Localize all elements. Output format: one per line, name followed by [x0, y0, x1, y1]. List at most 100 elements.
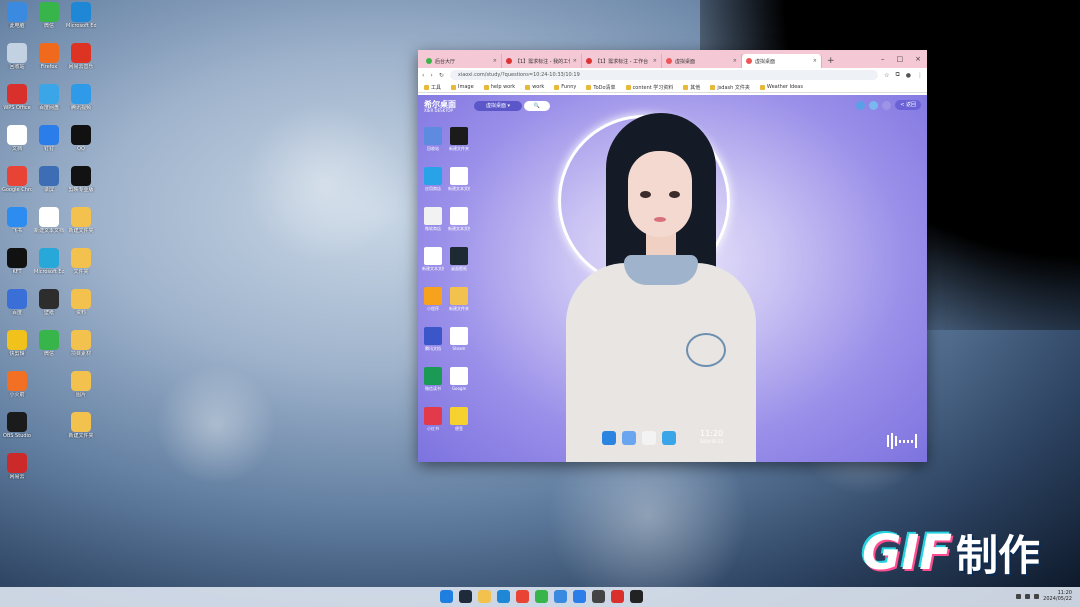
windows-icon[interactable]	[440, 590, 453, 603]
maximize-button[interactable]: □	[897, 55, 904, 63]
desktop-icon[interactable]: 新建文本文档	[34, 207, 64, 245]
web-desktop-icon[interactable]: 微软商店	[422, 207, 444, 241]
desktop-icon[interactable]: 回收站	[2, 43, 32, 81]
desktop-icon[interactable]: 壁纸	[34, 289, 64, 327]
web-desktop-icon[interactable]: 新建文本文档	[448, 207, 470, 241]
new-tab-button[interactable]: +	[822, 54, 840, 68]
desktop-icon[interactable]: 小火箭	[2, 371, 32, 409]
web-desktop-icon[interactable]: 新建文本文档	[422, 247, 444, 281]
store-icon[interactable]	[642, 431, 656, 445]
obs-icon[interactable]	[630, 590, 643, 603]
chrome-icon[interactable]	[516, 590, 529, 603]
desktop-icon[interactable]: 项目素材	[66, 330, 96, 368]
desktop-icon[interactable]: 文件夹	[66, 248, 96, 286]
settings-icon[interactable]	[856, 100, 866, 110]
desktop-icon[interactable]: 腾讯视频	[66, 84, 96, 122]
desktop-icon[interactable]: 微信	[34, 2, 64, 40]
wechat-icon[interactable]	[535, 590, 548, 603]
desktop-icon[interactable]: 录屏	[34, 166, 64, 204]
browser-tab[interactable]: 【1】需求标注 - 我的工作 ×	[502, 54, 582, 68]
desktop-icon[interactable]: 网易云	[2, 453, 32, 491]
desktop-icon[interactable]: 资料	[66, 289, 96, 327]
desktop-icon[interactable]: 此电脑	[2, 2, 32, 40]
minimize-button[interactable]: –	[881, 55, 885, 63]
web-desktop-icon[interactable]: Google	[448, 367, 470, 401]
url-input[interactable]: xiaoxi.com/study/?questions=10:24-10:33/…	[449, 70, 879, 80]
desktop-icon[interactable]: 飞书	[2, 207, 32, 245]
bookmark-item[interactable]: help work	[483, 84, 515, 90]
profile-icon[interactable]: ●	[906, 72, 911, 79]
web-desktop-icon[interactable]: 新建文本文档	[448, 167, 470, 201]
desktop-icon[interactable]: Firefox	[34, 43, 64, 81]
desktop-icon[interactable]: 新建文件夹	[66, 412, 96, 450]
browser-tab[interactable]: 后台大厅 ×	[422, 54, 502, 68]
desktop-icon[interactable]: KFT	[2, 248, 32, 286]
web-desktop-icon[interactable]: 新建文件夹	[448, 287, 470, 321]
desktop-icon[interactable]: Google Chrome	[2, 166, 32, 204]
web-desktop-icon[interactable]: 回收站	[422, 127, 444, 161]
desktop-icon[interactable]: OBS Studio	[2, 412, 32, 450]
tab-close-icon[interactable]: ×	[493, 58, 497, 64]
bookmark-item[interactable]: Funny	[554, 84, 576, 90]
vscode-icon[interactable]	[497, 590, 510, 603]
bookmark-item[interactable]: work	[525, 84, 544, 90]
desktop-icon[interactable]: Microsoft Edge	[34, 248, 64, 286]
bookmark-item[interactable]: Weather Ideas	[759, 84, 803, 90]
web-desktop-icon[interactable]: 小程序	[422, 287, 444, 321]
extensions-icon[interactable]: ⧉	[895, 71, 899, 79]
desktop-icon[interactable]: Microsoft Edge	[66, 2, 96, 40]
user-icon[interactable]	[869, 100, 879, 110]
bookmark-item[interactable]: content 学习资料	[625, 84, 673, 91]
web-desktop-icon[interactable]: 微信读书	[422, 367, 444, 401]
app2-icon[interactable]	[573, 590, 586, 603]
desktop-icon[interactable]: 微信	[34, 330, 64, 368]
bookmark-item[interactable]: 其他	[683, 84, 700, 91]
desktop-icon[interactable]: 剪映专业版	[66, 166, 96, 204]
desktop-switch-button[interactable]: 虚拟桌面 ▾	[474, 101, 522, 111]
terminal-icon[interactable]	[459, 590, 472, 603]
wifi-icon[interactable]	[1016, 593, 1022, 599]
browser-tab[interactable]: 【1】需求标注 - 工作台 ×	[582, 54, 662, 68]
windows-icon[interactable]	[602, 431, 616, 445]
files-icon[interactable]	[478, 590, 491, 603]
desktop-icon[interactable]: 快剪辑	[2, 330, 32, 368]
wps-icon[interactable]	[611, 590, 624, 603]
back-icon[interactable]: ‹	[422, 72, 424, 79]
web-desktop-icon[interactable]: 便签	[448, 407, 470, 441]
reload-icon[interactable]: ↻	[439, 72, 444, 79]
desktop-icon[interactable]: 文档	[2, 125, 32, 163]
bookmark-item[interactable]: Image	[451, 84, 474, 90]
app3-icon[interactable]	[592, 590, 605, 603]
desktop-icon[interactable]: 网易云音乐	[66, 43, 96, 81]
tab-close-icon[interactable]: ×	[813, 58, 817, 64]
web-desktop-icon[interactable]: Steam	[448, 327, 470, 361]
star-icon[interactable]: ☆	[884, 72, 889, 79]
app-icon[interactable]	[662, 431, 676, 445]
desktop-icon[interactable]: 钉钉	[34, 125, 64, 163]
close-button[interactable]: ×	[915, 55, 921, 63]
bookmark-item[interactable]: 工具	[424, 84, 441, 91]
web-desktop-icon[interactable]: 腾讯文档	[422, 327, 444, 361]
browser-tab[interactable]: 虚拟桌面 ×	[742, 54, 822, 68]
volume-icon[interactable]	[1025, 593, 1031, 599]
bookmark-item[interactable]: ToDo清单	[586, 84, 616, 91]
desktop-icon[interactable]: 新建文件夹	[66, 207, 96, 245]
back-button[interactable]: < 返回	[895, 100, 921, 110]
site-search-button[interactable]: 🔍	[524, 101, 550, 111]
app-icon[interactable]	[554, 590, 567, 603]
web-desktop-icon[interactable]: 小红书	[422, 407, 444, 441]
bookmark-item[interactable]: jsdash 文件夹	[710, 84, 750, 91]
web-desktop-icon[interactable]: 应用商店	[422, 167, 444, 201]
desktop-icon[interactable]: 百度网盘	[34, 84, 64, 122]
menu-icon[interactable]: ⋮	[917, 72, 923, 79]
forward-icon[interactable]: ›	[430, 72, 432, 79]
tab-close-icon[interactable]: ×	[733, 58, 737, 64]
desktop-icon[interactable]: QQ	[66, 125, 96, 163]
tray-clock[interactable]: 11:20 2024/05/22	[1043, 590, 1072, 602]
recycle-icon[interactable]	[622, 431, 636, 445]
desktop-icon[interactable]: 百度	[2, 289, 32, 327]
browser-tab[interactable]: 虚拟桌面 ×	[662, 54, 742, 68]
gear-icon[interactable]	[882, 100, 892, 110]
web-desktop-icon[interactable]: 新建文件夹	[448, 127, 470, 161]
battery-icon[interactable]	[1034, 593, 1040, 599]
